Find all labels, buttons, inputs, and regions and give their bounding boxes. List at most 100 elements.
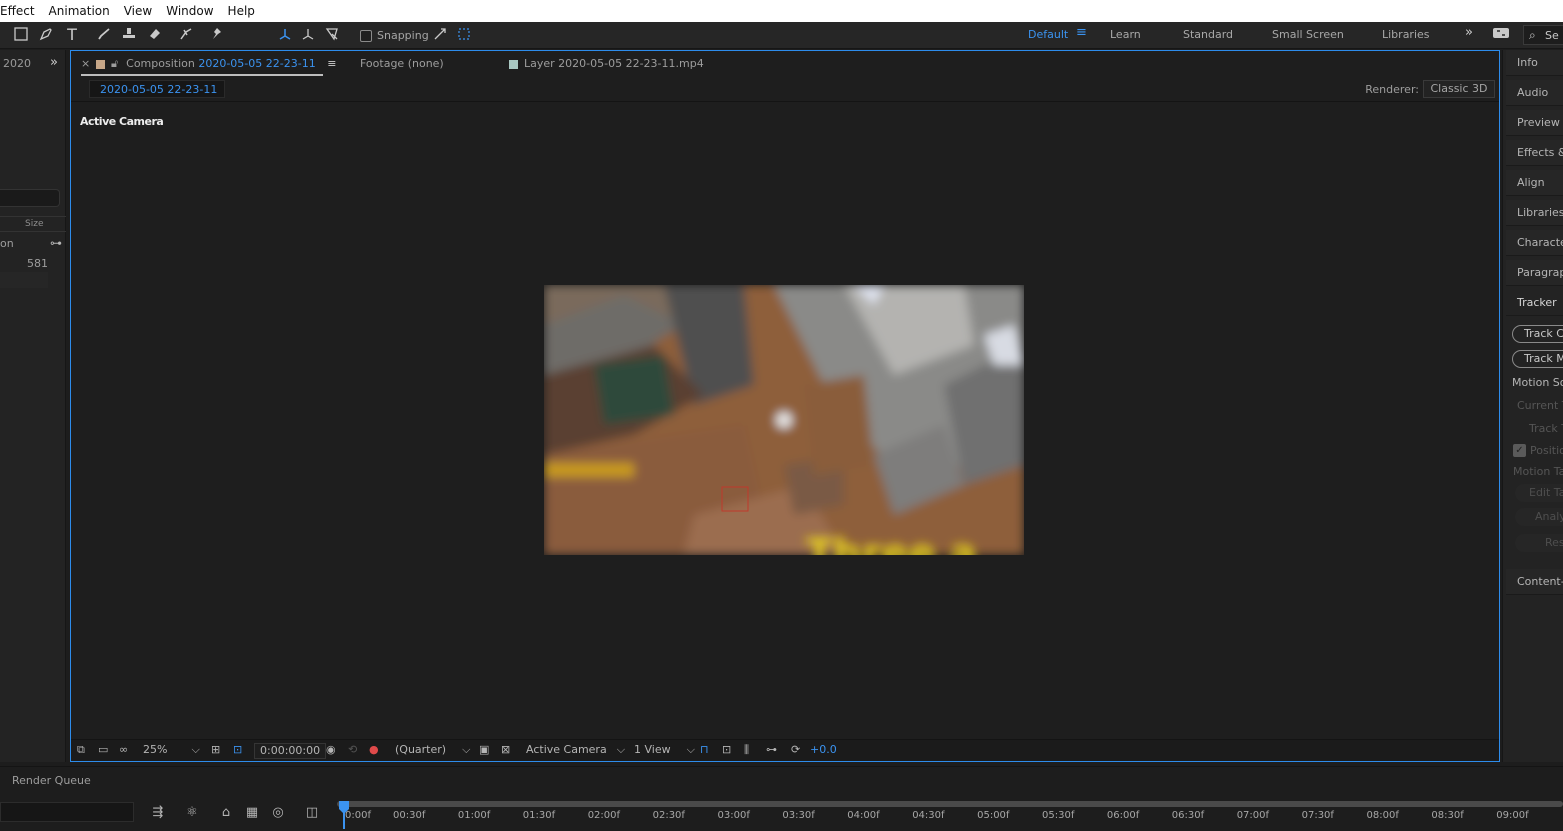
column-size[interactable]: Size <box>25 219 43 229</box>
panel-libraries[interactable]: Libraries <box>1506 200 1563 226</box>
show-snapshot-icon[interactable]: ⟲ <box>348 743 357 756</box>
views-value: 1 View <box>634 743 671 756</box>
workspace-small-screen[interactable]: Small Screen <box>1272 28 1344 41</box>
flowchart-icon[interactable]: ⊶ <box>766 743 777 756</box>
workspace-menu-icon[interactable]: ≡ <box>1076 25 1087 40</box>
roto-brush-tool-icon[interactable] <box>176 26 196 44</box>
workspace-overflow-icon[interactable]: » <box>1465 25 1473 40</box>
eraser-tool-icon[interactable] <box>145 26 165 44</box>
menu-window[interactable]: Window <box>159 0 220 22</box>
composition-name-tag[interactable]: 2020-05-05 22-23-11 <box>89 80 225 98</box>
panel-tracker[interactable]: Tracker <box>1506 290 1563 316</box>
fast-preview-icon[interactable]: ▣ <box>479 743 489 756</box>
exposure-value[interactable]: +0.0 <box>810 743 837 756</box>
panel-overflow-icon[interactable]: » <box>50 55 58 70</box>
shy-layers-icon[interactable]: ⌂ <box>217 805 235 820</box>
type-tool-icon[interactable]: T <box>62 26 82 44</box>
panel-info[interactable]: Info <box>1506 50 1563 76</box>
renderer-label: Renderer: <box>1365 83 1419 96</box>
clone-stamp-tool-icon[interactable] <box>119 26 139 44</box>
snap-edges-icon[interactable] <box>430 26 450 44</box>
track-motion-button[interactable]: Track M <box>1512 350 1563 368</box>
time-ruler-tick: 05:00f <box>977 810 1010 821</box>
snapping-toggle[interactable]: Snapping <box>360 29 429 42</box>
workspace-standard[interactable]: Standard <box>1183 28 1233 41</box>
tab-menu-icon[interactable]: ≡ <box>327 57 336 70</box>
project-row-name[interactable]: on <box>0 237 14 250</box>
menu-effect[interactable]: Effect <box>0 0 42 22</box>
transparency-grid-icon[interactable]: ⊠ <box>501 743 510 756</box>
reset-exposure-icon[interactable]: ⊡ <box>722 743 731 756</box>
analyze-button[interactable]: Analy <box>1515 508 1563 526</box>
track-camera-button[interactable]: Track Ca <box>1512 325 1563 343</box>
channel-icon[interactable]: ● <box>369 743 379 756</box>
help-search-box[interactable]: ⌕ Se <box>1523 25 1563 45</box>
puppet-pin-tool-icon[interactable] <box>207 26 227 44</box>
timecode-field[interactable]: 0:00:00:00 <box>254 743 327 759</box>
panel-paragraph[interactable]: Paragraph <box>1506 260 1563 286</box>
panel-preview[interactable]: Preview <box>1506 110 1563 136</box>
workspace-libraries[interactable]: Libraries <box>1382 28 1430 41</box>
composition-viewer[interactable]: Three a <box>544 285 1024 555</box>
flowchart-icon[interactable]: ⊶ <box>50 236 62 250</box>
renderer-button[interactable]: Classic 3D <box>1423 80 1495 98</box>
panel-content-aware-fill[interactable]: Content-A <box>1506 569 1563 595</box>
region-of-interest-icon[interactable]: ⊡ <box>233 743 242 756</box>
draft-3d-icon[interactable]: ⚛ <box>183 805 201 820</box>
fit-icon[interactable]: ⊞ <box>211 743 220 756</box>
tools-panel: T Snapping Default ≡ Learn Standard Smal… <box>0 22 1563 49</box>
time-ruler-tick: 01:30f <box>522 810 556 821</box>
rectangle-tool-icon[interactable] <box>11 26 31 44</box>
lock-icon[interactable]: 🔓︎ <box>111 57 118 70</box>
project-search-input[interactable] <box>0 189 60 207</box>
workspace-default[interactable]: Default <box>1028 28 1068 41</box>
menu-help[interactable]: Help <box>221 0 262 22</box>
snapshot-icon[interactable]: ◉ <box>326 743 336 756</box>
tab-composition[interactable]: 🔓︎ Composition 2020-05-05 22-23-11 ≡ <box>96 57 336 71</box>
graph-editor-icon[interactable]: ◫ <box>303 805 321 820</box>
zoom-dropdown[interactable]: 25% ⌵ <box>143 743 200 757</box>
motion-blur-icon[interactable]: ◎ <box>269 805 287 820</box>
panel-audio[interactable]: Audio <box>1506 80 1563 106</box>
panel-character[interactable]: Character <box>1506 230 1563 256</box>
always-preview-icon[interactable]: ⧉ <box>77 743 85 757</box>
workspace-learn[interactable]: Learn <box>1110 28 1141 41</box>
time-ruler-tick: 06:30f <box>1171 810 1205 821</box>
menu-view[interactable]: View <box>117 0 159 22</box>
work-area-bar[interactable] <box>337 801 1563 807</box>
local-axis-mode-icon[interactable] <box>275 26 295 44</box>
frame-blending-icon[interactable]: ▦ <box>243 805 261 820</box>
mask-visibility-icon[interactable]: ∞ <box>119 743 128 756</box>
menu-animation[interactable]: Animation <box>42 0 117 22</box>
world-axis-mode-icon[interactable] <box>298 26 318 44</box>
close-tab-icon[interactable]: × <box>81 57 90 70</box>
sync-settings-icon[interactable] <box>1491 26 1511 44</box>
view-axis-mode-icon[interactable] <box>322 26 342 44</box>
resolution-dropdown[interactable]: (Quarter) ⌵ <box>395 743 470 757</box>
composition-mini-flowchart-icon[interactable]: ⇶ <box>149 805 167 820</box>
panel-align[interactable]: Align <box>1506 170 1563 196</box>
project-row[interactable] <box>0 272 48 288</box>
position-checkbox[interactable]: ✓ <box>1513 444 1526 457</box>
monitor-icon[interactable]: ▭ <box>98 743 108 756</box>
view-dropdown[interactable]: Active Camera ⌵ <box>526 743 625 757</box>
tab-layer[interactable]: Layer 2020-05-05 22-23-11.mp4 <box>509 57 704 70</box>
time-ruler-tick: 08:00f <box>1366 810 1399 821</box>
brush-tool-icon[interactable] <box>94 26 114 44</box>
search-icon: ⌕ <box>1529 28 1536 42</box>
reset-button[interactable]: Res <box>1515 534 1563 552</box>
toggle-pixel-aspect-icon[interactable]: ⊓ <box>700 743 709 756</box>
composition-tab-prefix: Composition <box>126 57 195 70</box>
timeline-icon[interactable]: ⫼ <box>744 743 749 757</box>
pen-tool-icon[interactable] <box>36 26 56 44</box>
snap-features-icon[interactable] <box>454 26 474 44</box>
views-dropdown[interactable]: 1 View ⌵ <box>634 743 695 757</box>
edit-target-button[interactable]: Edit Ta <box>1515 484 1563 502</box>
tab-footage[interactable]: Footage (none) <box>360 57 444 70</box>
project-tab[interactable]: 2020 <box>3 57 31 70</box>
snapping-checkbox[interactable] <box>360 29 372 42</box>
tab-render-queue[interactable]: Render Queue <box>12 774 91 787</box>
timeline-search-input[interactable] <box>0 802 134 822</box>
panel-effects[interactable]: Effects & <box>1506 140 1563 166</box>
reset-icon[interactable]: ⟳ <box>791 743 800 756</box>
